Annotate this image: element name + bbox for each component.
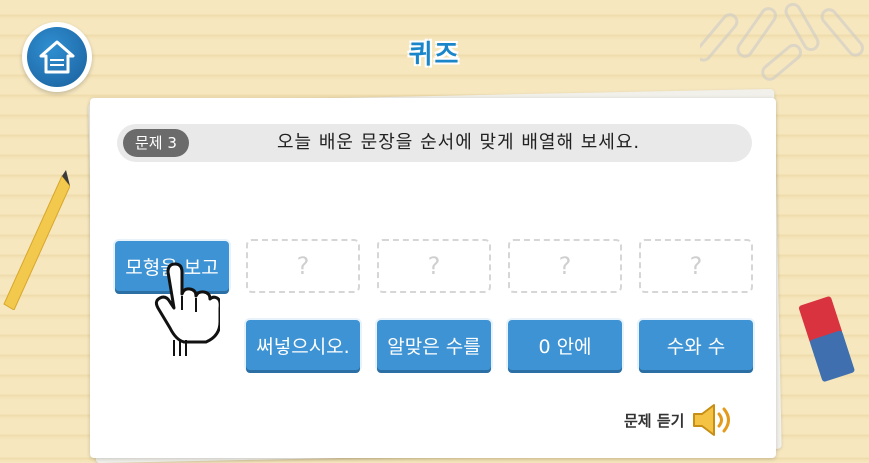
listen-question-button[interactable]: 문제 듣기 bbox=[624, 402, 736, 438]
word-choice-1[interactable]: 써넣으시오. bbox=[246, 320, 360, 370]
pencil-icon bbox=[3, 170, 70, 310]
hand-pointer-icon bbox=[154, 262, 220, 356]
speaker-icon bbox=[693, 404, 731, 436]
word-choice-3[interactable]: 0 안에 bbox=[508, 320, 622, 370]
word-choice-2[interactable]: 알맞은 수를 bbox=[377, 320, 491, 370]
question-bar: 문제 3 오늘 배운 문장을 순서에 맞게 배열해 보세요. bbox=[117, 124, 752, 162]
answer-slot-3[interactable]: ? bbox=[377, 239, 491, 293]
question-number-badge: 문제 3 bbox=[123, 129, 189, 157]
answer-slot-4[interactable]: ? bbox=[508, 239, 622, 293]
eraser-icon bbox=[798, 296, 855, 382]
answer-slot-5[interactable]: ? bbox=[639, 239, 753, 293]
word-choice-4[interactable]: 수와 수 bbox=[639, 320, 753, 370]
question-prompt: 오늘 배운 문장을 순서에 맞게 배열해 보세요. bbox=[277, 132, 641, 153]
listen-label: 문제 듣기 bbox=[624, 411, 685, 430]
answer-slot-2[interactable]: ? bbox=[246, 239, 360, 293]
page-title: 퀴즈 bbox=[408, 40, 461, 70]
